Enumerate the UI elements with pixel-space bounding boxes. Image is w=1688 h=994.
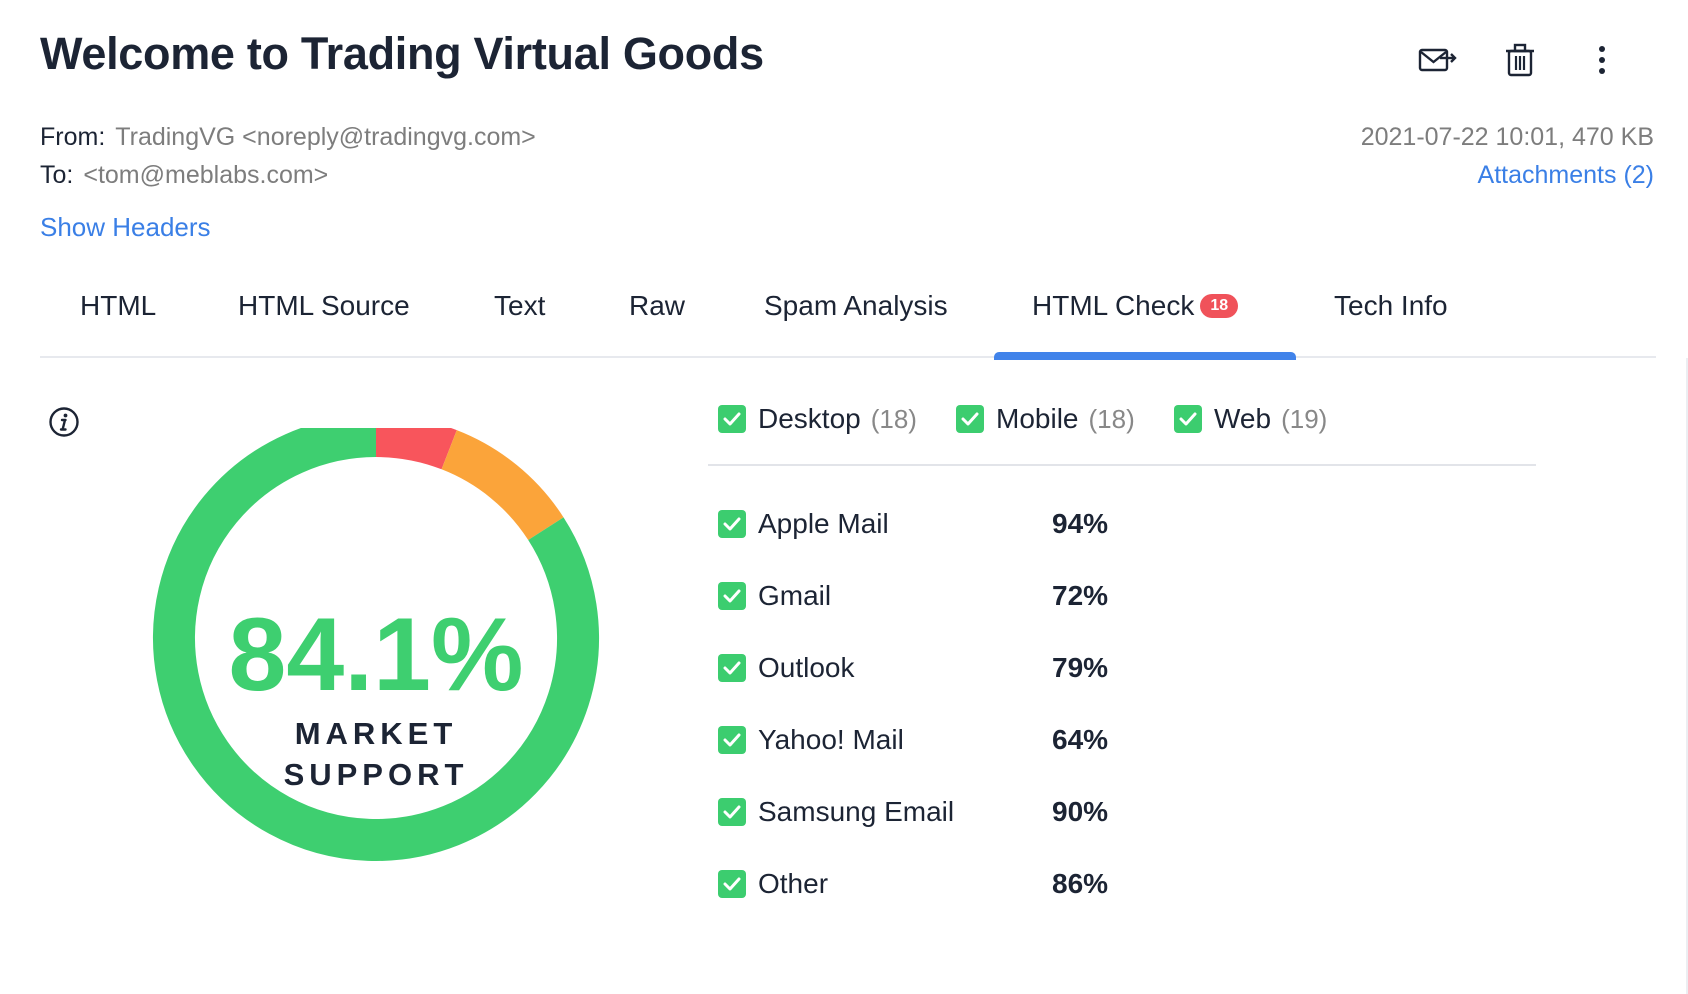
client-row-other: Other 86% <box>718 864 1108 904</box>
filter-web[interactable]: Web (19) <box>1174 403 1327 435</box>
client-name[interactable]: Apple Mail <box>758 508 1052 540</box>
filter-mobile[interactable]: Mobile (18) <box>956 403 1135 435</box>
to-label: To: <box>40 161 74 189</box>
market-support-label-2: SUPPORT <box>284 757 469 792</box>
client-name[interactable]: Other <box>758 868 1052 900</box>
checkbox-icon[interactable] <box>718 726 746 754</box>
email-actions <box>1416 38 1624 82</box>
client-name[interactable]: Outlook <box>758 652 1052 684</box>
donut-segment-unsupported <box>375 428 457 470</box>
market-support-donut: 84.1% MARKET SUPPORT <box>153 428 599 861</box>
tab-html-check[interactable]: HTML Check 18 <box>1032 290 1239 322</box>
more-vertical-icon <box>1599 46 1605 74</box>
tab-tech-info[interactable]: Tech Info <box>1334 290 1448 322</box>
filter-desktop[interactable]: Desktop (18) <box>718 403 917 435</box>
to-line: To: <tom@meblabs.com> <box>40 156 536 194</box>
client-percent: 90% <box>1052 796 1109 827</box>
delete-button[interactable] <box>1498 38 1542 82</box>
donut-segment-partial <box>441 430 564 541</box>
show-headers-link[interactable]: Show Headers <box>40 212 211 243</box>
tab-bar: HTML HTML Source Text Raw Spam Analysis … <box>40 278 1656 360</box>
checkbox-icon[interactable] <box>718 798 746 826</box>
more-options-button[interactable] <box>1580 38 1624 82</box>
trash-icon <box>1506 43 1534 77</box>
filter-label: Desktop <box>758 403 861 434</box>
sender-info: From: TradingVG <noreply@tradingvg.com> T… <box>40 118 536 194</box>
issue-count-badge: 18 <box>1200 294 1239 318</box>
tab-text[interactable]: Text <box>494 290 545 322</box>
tab-raw[interactable]: Raw <box>629 290 685 322</box>
filter-divider <box>708 464 1536 466</box>
client-name[interactable]: Yahoo! Mail <box>758 724 1052 756</box>
client-percent: 79% <box>1052 652 1109 683</box>
checkbox-icon <box>718 405 746 433</box>
info-icon[interactable] <box>48 406 80 438</box>
checkbox-icon <box>956 405 984 433</box>
from-value: TradingVG <noreply@tradingvg.com> <box>115 123 536 151</box>
client-row-apple-mail: Apple Mail 94% <box>718 504 1108 544</box>
client-row-gmail: Gmail 72% <box>718 576 1108 616</box>
client-percent: 64% <box>1052 724 1109 755</box>
date-size: 2021-07-22 10:01, 470 KB <box>1360 123 1654 151</box>
filter-count: (19) <box>1281 403 1328 434</box>
from-line: From: TradingVG <noreply@tradingvg.com> <box>40 118 536 156</box>
market-support-label-1: MARKET <box>295 716 458 751</box>
filter-count: (18) <box>870 403 917 434</box>
checkbox-icon <box>1174 405 1202 433</box>
forward-button[interactable] <box>1416 38 1460 82</box>
client-name[interactable]: Samsung Email <box>758 796 1052 828</box>
client-percent: 94% <box>1052 508 1109 539</box>
checkbox-icon[interactable] <box>718 510 746 538</box>
client-percent: 72% <box>1052 580 1109 611</box>
attachments-link[interactable]: Attachments (2) <box>1361 156 1654 194</box>
client-percent: 86% <box>1052 868 1109 899</box>
tab-html[interactable]: HTML <box>80 290 156 322</box>
tab-spam-analysis[interactable]: Spam Analysis <box>764 290 948 322</box>
market-support-value: 84.1% <box>229 597 524 713</box>
tab-html-source[interactable]: HTML Source <box>238 290 410 322</box>
tab-html-check-label: HTML Check <box>1032 290 1195 321</box>
from-label: From: <box>40 123 106 151</box>
forward-icon <box>1418 48 1457 72</box>
filter-label: Mobile <box>996 403 1079 434</box>
message-meta: 2021-07-22 10:01, 470 KB Attachments (2) <box>1361 118 1654 194</box>
checkbox-icon[interactable] <box>718 582 746 610</box>
to-value: <tom@meblabs.com> <box>83 161 329 189</box>
client-row-yahoo-mail: Yahoo! Mail 64% <box>718 720 1108 760</box>
filter-count: (18) <box>1088 403 1135 434</box>
checkbox-icon[interactable] <box>718 870 746 898</box>
filter-label: Web <box>1214 403 1272 434</box>
checkbox-icon[interactable] <box>718 654 746 682</box>
client-row-outlook: Outlook 79% <box>718 648 1108 688</box>
active-tab-indicator <box>994 352 1296 360</box>
client-row-samsung-email: Samsung Email 90% <box>718 792 1108 832</box>
email-subject: Welcome to Trading Virtual Goods <box>40 28 764 79</box>
client-name[interactable]: Gmail <box>758 580 1052 612</box>
